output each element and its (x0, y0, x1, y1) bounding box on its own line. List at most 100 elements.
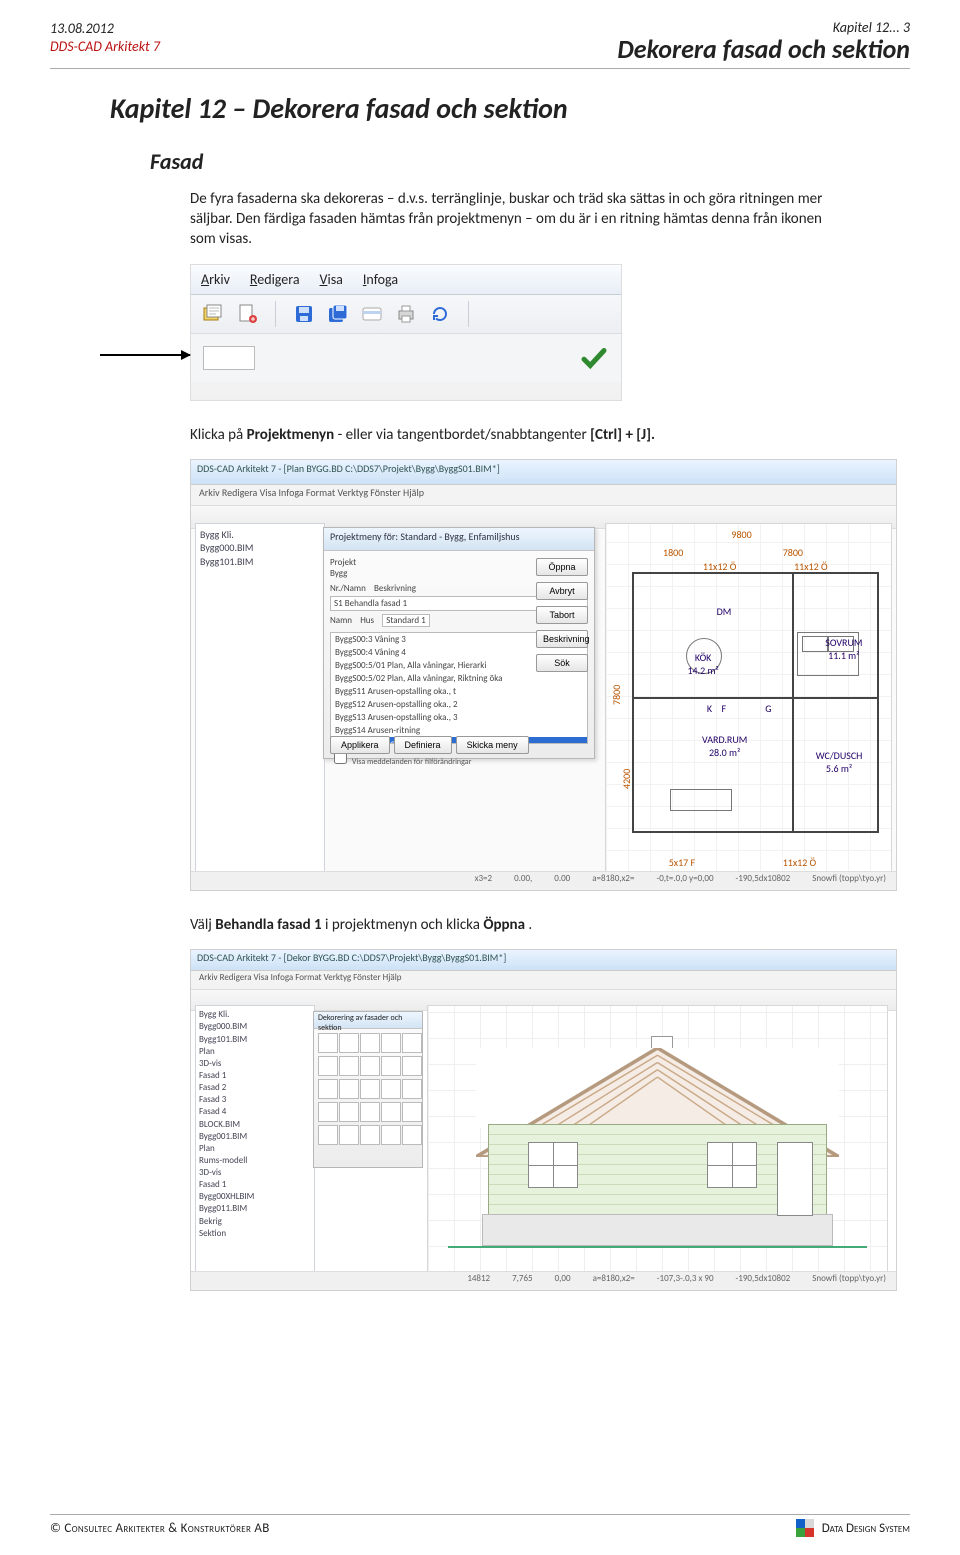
palette-tool-icon[interactable] (360, 1125, 380, 1145)
list-item[interactable]: ByggS11 Arusen-opstalling oka., t (331, 685, 587, 698)
palette-tool-icon[interactable] (381, 1125, 401, 1145)
tree-item[interactable]: Bygg011.BIM (199, 1203, 311, 1215)
tree-item[interactable]: Bygg00XHLBIM (199, 1191, 311, 1203)
palette-tool-icon[interactable] (402, 1079, 422, 1099)
tree-item[interactable]: Bygg101.BIM (199, 1034, 311, 1046)
fig1-small-input[interactable] (203, 346, 255, 370)
intro-paragraph: De fyra fasaderna ska dekoreras – d.v.s.… (190, 189, 850, 250)
dds-logo-icon (796, 1519, 814, 1537)
status-seg: 0.00, (514, 873, 532, 889)
list-item[interactable]: ByggS00:5/02 Plan, Alla våningar, Riktni… (331, 672, 587, 685)
fig2-floorplan: 9800 1800 7800 11x12 Ö 11x12 Ö 5x17 F 11… (605, 523, 892, 874)
palette-tool-icon[interactable] (381, 1033, 401, 1053)
palette-tool-icon[interactable] (381, 1079, 401, 1099)
palette-tool-icon[interactable] (339, 1079, 359, 1099)
tree-item[interactable]: Fasad 1 (199, 1179, 311, 1191)
status-seg: a=8180,x2= (592, 873, 634, 889)
status-seg: Snowfi (topp\tyo.yr) (812, 1273, 886, 1289)
define-button[interactable]: Definiera (394, 736, 452, 754)
menu-item-infoga[interactable]: Infoga (363, 271, 398, 288)
tree-item[interactable]: Bygg Kli. (200, 528, 320, 542)
page-header: 13.08.2012 DDS-CAD Arkitekt 7 Kapitel 12… (50, 20, 910, 69)
send-button[interactable]: Skicka meny (456, 736, 529, 754)
tree-item[interactable]: Sektion (199, 1228, 311, 1240)
window (707, 1142, 757, 1188)
palette-tool-icon[interactable] (318, 1125, 338, 1145)
tree-item[interactable]: Bygg101.BIM (200, 555, 320, 569)
check-icon[interactable] (579, 343, 609, 373)
fig3-project-tree[interactable]: Bygg Kli. Bygg000.BIM Bygg101.BIM Plan 3… (195, 1005, 315, 1274)
palette-tool-icon[interactable] (381, 1056, 401, 1076)
instruction-2: Välj Behandla fasad 1 i projektmenyn och… (190, 915, 850, 935)
appliance-g: G (765, 702, 771, 715)
dlg-label-nr: Nr./Namn (330, 583, 366, 594)
delete-button[interactable]: Tabort (536, 606, 588, 624)
fig2-menubar[interactable]: Arkiv Redigera Visa Infoga Format Verkty… (191, 485, 896, 506)
menu-item-redigera[interactable]: Redigera (250, 271, 300, 288)
status-seg: -0,t=.0,0 y=0,00 (656, 873, 713, 889)
save-multi-icon[interactable] (326, 302, 350, 326)
menu-item-visa[interactable]: Visa (320, 271, 343, 288)
tree-item[interactable]: Bygg Kli. (199, 1009, 311, 1021)
instr1-keys: [Ctrl] + [J]. (590, 426, 655, 444)
palette-tool-icon[interactable] (360, 1079, 380, 1099)
search-button[interactable]: Sök (536, 654, 588, 672)
tree-item[interactable]: Bygg001.BIM (199, 1131, 311, 1143)
figure-elevation: DDS-CAD Arkitekt 7 - [Dekor BYGG.BD C:\D… (190, 949, 910, 1291)
palette-tool-icon[interactable] (318, 1102, 338, 1122)
tree-item[interactable]: Plan (199, 1046, 311, 1058)
palette-tool-icon[interactable] (402, 1033, 422, 1053)
tree-item[interactable]: Fasad 3 (199, 1094, 311, 1106)
palette-tool-icon[interactable] (318, 1033, 338, 1053)
project-menu-icon[interactable] (201, 302, 225, 326)
instr1-post: - eller via tangentbordet/snabbtangenter (338, 426, 591, 444)
tree-item[interactable]: Fasad 2 (199, 1082, 311, 1094)
palette-tool-icon[interactable] (360, 1102, 380, 1122)
tree-item[interactable]: Rums-modell (199, 1155, 311, 1167)
appliance-f: F (721, 702, 726, 715)
fig1-menubar: Arkiv Redigera Visa Infoga (191, 265, 621, 295)
card-icon[interactable] (360, 302, 384, 326)
palette-tool-icon[interactable] (402, 1102, 422, 1122)
tree-item[interactable]: BLOCK.BIM (199, 1119, 311, 1131)
palette-tool-icon[interactable] (381, 1102, 401, 1122)
room-wc: WC/DUSCH5.6 m² (816, 749, 863, 775)
fig2-project-tree[interactable]: Bygg Kli. Bygg000.BIM Bygg101.BIM (195, 523, 325, 874)
tree-item[interactable]: 3D-vis (199, 1167, 311, 1179)
list-item[interactable]: ByggS13 Arusen-opstalling oka., 3 (331, 711, 587, 724)
tree-item[interactable]: Bygg000.BIM (199, 1021, 311, 1033)
new-file-icon[interactable] (235, 302, 259, 326)
palette-tool-icon[interactable] (339, 1102, 359, 1122)
dlg-field-namn[interactable]: Standard 1 (382, 614, 429, 627)
fig1-window: Arkiv Redigera Visa Infoga (190, 264, 622, 401)
tree-item[interactable]: Bekrig (199, 1216, 311, 1228)
menu-item-arkiv[interactable]: Arkiv (201, 271, 230, 288)
palette-tool-icon[interactable] (402, 1125, 422, 1145)
tree-item[interactable]: Fasad 1 (199, 1070, 311, 1082)
list-item[interactable]: ByggS12 Arusen-opstalling oka., 2 (331, 698, 587, 711)
tree-item[interactable]: 3D-vis (199, 1058, 311, 1070)
tree-item[interactable]: Fasad 4 (199, 1106, 311, 1118)
save-icon[interactable] (292, 302, 316, 326)
cancel-button[interactable]: Avbryt (536, 582, 588, 600)
dlg-label-namn: Namn (330, 615, 352, 626)
open-button[interactable]: Öppna (536, 558, 588, 576)
describe-button[interactable]: Beskrivning (536, 630, 588, 648)
palette-tool-icon[interactable] (339, 1033, 359, 1053)
palette-tool-icon[interactable] (318, 1056, 338, 1076)
tree-item[interactable]: Plan (199, 1143, 311, 1155)
fig3-menubar[interactable]: Arkiv Redigera Visa Infoga Format Verkty… (191, 971, 896, 990)
fig2-window: DDS-CAD Arkitekt 7 - [Plan BYGG.BD C:\DD… (190, 459, 897, 891)
palette-tool-icon[interactable] (339, 1125, 359, 1145)
dim-total-w: 9800 (731, 528, 751, 541)
palette-tool-icon[interactable] (402, 1056, 422, 1076)
palette-tool-icon[interactable] (339, 1056, 359, 1076)
palette-tool-icon[interactable] (360, 1033, 380, 1053)
palette-tool-icon[interactable] (318, 1079, 338, 1099)
print-icon[interactable] (394, 302, 418, 326)
tree-item[interactable]: Bygg000.BIM (200, 541, 320, 555)
refresh-icon[interactable] (428, 302, 452, 326)
apply-button[interactable]: Applikera (330, 736, 390, 754)
status-seg: Snowfi (topp\tyo.yr) (812, 873, 886, 889)
palette-tool-icon[interactable] (360, 1056, 380, 1076)
